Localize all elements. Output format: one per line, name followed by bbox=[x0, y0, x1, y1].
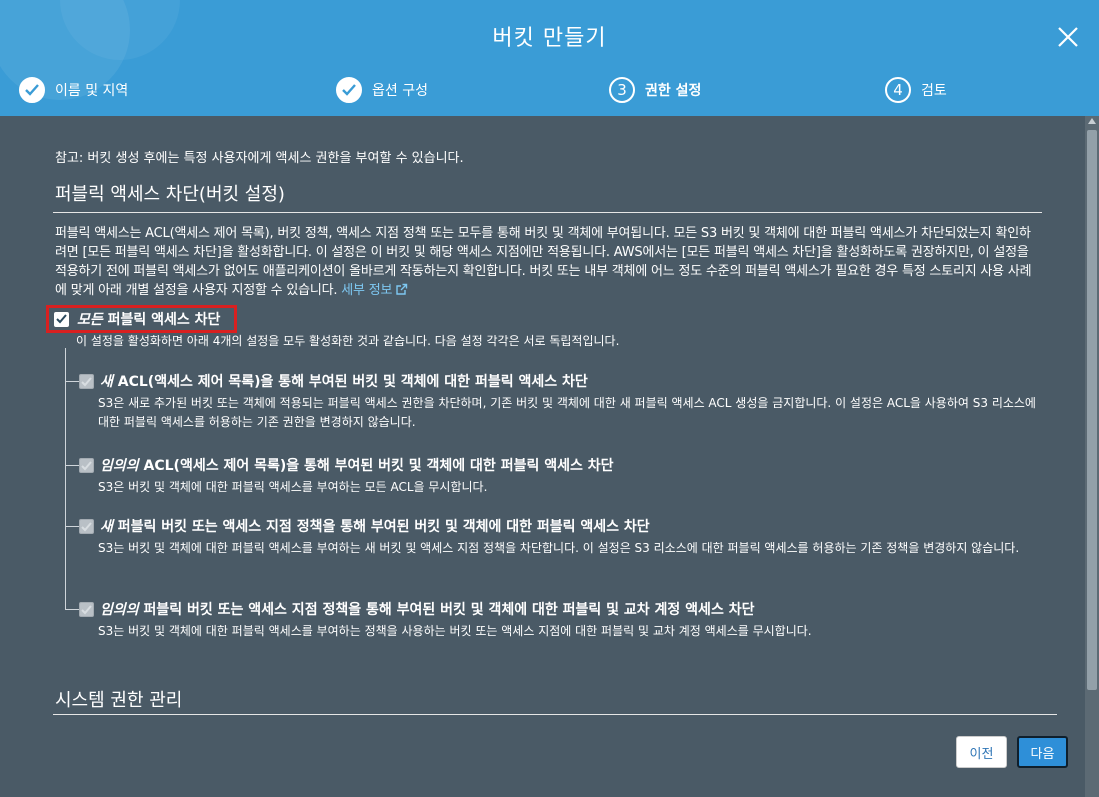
close-button[interactable] bbox=[1055, 24, 1081, 50]
section-divider bbox=[53, 212, 1042, 213]
checkmark-icon bbox=[81, 376, 92, 386]
step-number: 4 bbox=[885, 77, 911, 103]
option-title: 임의의 퍼블릭 버킷 또는 액세스 지점 정책을 통해 부여된 버킷 및 객체에… bbox=[100, 599, 754, 619]
learn-more-link[interactable]: 세부 정보 bbox=[341, 283, 408, 298]
section-title-system-permissions: 시스템 권한 관리 bbox=[55, 690, 183, 711]
tree-branch bbox=[65, 381, 79, 382]
option-description: S3는 버킷 및 객체에 대한 퍼블릭 액세스를 부여하는 정책을 사용하는 버… bbox=[98, 624, 812, 638]
step-number: 3 bbox=[609, 77, 635, 103]
option-title-text: ACL(액세스 제어 목록)을 통해 부여된 버킷 및 객체에 대한 퍼블릭 액… bbox=[117, 374, 588, 390]
checkmark-icon bbox=[56, 314, 67, 324]
section-title-block-public-access: 퍼블릭 액세스 차단(버킷 설정) bbox=[55, 184, 285, 205]
option-title: 임의의 ACL(액세스 제어 목록)을 통해 부여된 버킷 및 객체에 대한 퍼… bbox=[100, 455, 613, 475]
learn-more-label[interactable]: 세부 정보 bbox=[341, 283, 392, 298]
description-text: 퍼블릭 액세스는 ACL(액세스 제어 목록), 버킷 정책, 액세스 지점 정… bbox=[55, 226, 1032, 298]
option-description: S3는 버킷 및 객체에 대한 퍼블릭 액세스를 부여하는 새 버킷 및 액세스… bbox=[98, 541, 1020, 555]
block-any-policies-checkbox[interactable] bbox=[79, 602, 94, 617]
option-title-text: 퍼블릭 버킷 또는 액세스 지점 정책을 통해 부여된 버킷 및 객체에 대한 … bbox=[143, 602, 755, 618]
checkmark-icon bbox=[81, 521, 92, 531]
option-description: S3은 새로 추가된 버킷 또는 객체에 적용되는 퍼블릭 액세스 권한을 차단… bbox=[98, 396, 1036, 429]
info-note: 참고: 버킷 생성 후에는 특정 사용자에게 액세스 권한을 부여할 수 있습니… bbox=[55, 151, 464, 166]
scrollbar-thumb[interactable] bbox=[1087, 130, 1097, 690]
block-all-label-text: 퍼블릭 액세스 차단 bbox=[107, 312, 221, 328]
tree-branch bbox=[65, 609, 79, 610]
step-check-icon bbox=[19, 77, 45, 103]
tree-connector bbox=[65, 348, 66, 610]
step-label: 이름 및 지역 bbox=[55, 83, 129, 99]
tree-branch bbox=[65, 465, 79, 466]
option-description: S3은 버킷 및 객체에 대한 퍼블릭 액세스를 부여하는 모든 ACL을 무시… bbox=[98, 480, 488, 494]
block-new-policies-checkbox[interactable] bbox=[79, 519, 94, 534]
step-check-icon bbox=[336, 77, 362, 103]
section-divider bbox=[53, 714, 1057, 715]
previous-button[interactable]: 이전 bbox=[956, 736, 1007, 768]
step-label: 옵션 구성 bbox=[372, 83, 428, 99]
block-all-label-em: 모든 bbox=[77, 312, 103, 328]
next-button[interactable]: 다음 bbox=[1017, 736, 1068, 768]
scrollbar[interactable] bbox=[1085, 116, 1099, 797]
step-label: 검토 bbox=[921, 83, 947, 99]
block-all-public-access-highlight[interactable]: 모든 퍼블릭 액세스 차단 bbox=[46, 305, 237, 333]
option-title-em: 새 bbox=[100, 519, 113, 535]
option-title-em: 새 bbox=[100, 374, 113, 390]
option-title-em: 임의의 bbox=[100, 602, 139, 618]
block-all-label: 모든 퍼블릭 액세스 차단 bbox=[77, 309, 220, 329]
modal-title: 버킷 만들기 bbox=[492, 26, 607, 51]
option-title-text: ACL(액세스 제어 목록)을 통해 부여된 버킷 및 객체에 대한 퍼블릭 액… bbox=[143, 458, 614, 474]
tree-branch bbox=[65, 526, 79, 527]
block-new-acls-checkbox[interactable] bbox=[79, 374, 94, 389]
checkmark-icon bbox=[81, 604, 92, 614]
external-link-icon bbox=[396, 283, 408, 295]
close-icon[interactable] bbox=[1055, 24, 1081, 50]
step-label: 권한 설정 bbox=[645, 83, 702, 99]
block-all-checkbox[interactable] bbox=[54, 311, 69, 327]
checkmark-icon bbox=[81, 460, 92, 470]
block-any-acls-checkbox[interactable] bbox=[79, 458, 94, 473]
public-access-description: 퍼블릭 액세스는 ACL(액세스 제어 목록), 버킷 정책, 액세스 지점 정… bbox=[55, 224, 1040, 300]
option-title-em: 임의의 bbox=[100, 458, 139, 474]
scroll-up-icon[interactable] bbox=[1088, 118, 1096, 124]
modal-header: 버킷 만들기 이름 및 지역 옵션 구성 3 권한 설정 4 검토 bbox=[0, 0, 1099, 116]
step-permissions[interactable]: 3 권한 설정 bbox=[609, 76, 701, 104]
step-name-region[interactable]: 이름 및 지역 bbox=[19, 76, 128, 104]
option-title-text: 퍼블릭 버킷 또는 액세스 지점 정책을 통해 부여된 버킷 및 객체에 대한 … bbox=[117, 519, 650, 535]
step-options[interactable]: 옵션 구성 bbox=[336, 76, 428, 104]
option-title: 새 퍼블릭 버킷 또는 액세스 지점 정책을 통해 부여된 버킷 및 객체에 대… bbox=[100, 516, 650, 536]
block-all-description: 이 설정을 활성화하면 아래 4개의 설정을 모두 활성화한 것과 같습니다. … bbox=[76, 334, 620, 348]
option-title: 새 ACL(액세스 제어 목록)을 통해 부여된 버킷 및 객체에 대한 퍼블릭… bbox=[100, 371, 588, 391]
step-review[interactable]: 4 검토 bbox=[885, 76, 947, 104]
